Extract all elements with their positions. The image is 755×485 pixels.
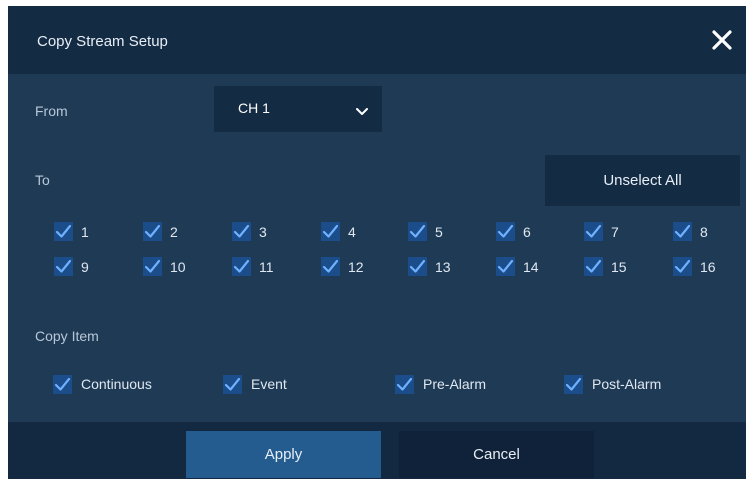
copy-item-label: Continuous bbox=[81, 376, 152, 392]
channel-checkbox-12[interactable] bbox=[321, 257, 340, 276]
channel-label: 3 bbox=[259, 224, 267, 240]
unselect-all-button[interactable]: Unselect All bbox=[545, 155, 740, 206]
copy-item-label: Copy Item bbox=[35, 328, 99, 344]
channel-checkbox-16[interactable] bbox=[673, 257, 692, 276]
channel-checkbox-13[interactable] bbox=[408, 257, 427, 276]
channel-label: 9 bbox=[81, 259, 89, 275]
channel-checkbox-6[interactable] bbox=[496, 222, 515, 241]
channel-checkbox-1[interactable] bbox=[54, 222, 73, 241]
channel-checkbox-11[interactable] bbox=[232, 257, 251, 276]
channel-label: 14 bbox=[523, 259, 539, 275]
channel-checkbox-14[interactable] bbox=[496, 257, 515, 276]
channel-checkbox-2[interactable] bbox=[143, 222, 162, 241]
channel-label: 10 bbox=[170, 259, 186, 275]
channel-checkbox-9[interactable] bbox=[54, 257, 73, 276]
copy-item-checkbox-event[interactable] bbox=[223, 375, 242, 394]
copy-item-label: Pre-Alarm bbox=[423, 376, 487, 392]
channel-label: 15 bbox=[611, 259, 627, 275]
channel-label: 11 bbox=[259, 259, 274, 275]
copy-item-checkbox-continuous[interactable] bbox=[53, 375, 72, 394]
close-icon[interactable] bbox=[710, 28, 734, 52]
cancel-button[interactable]: Cancel bbox=[399, 431, 594, 478]
to-label: To bbox=[35, 172, 50, 188]
from-label: From bbox=[35, 103, 68, 119]
from-channel-select[interactable]: CH 1 bbox=[214, 86, 382, 132]
channel-label: 7 bbox=[611, 224, 619, 240]
channel-checkbox-15[interactable] bbox=[584, 257, 603, 276]
dialog-title: Copy Stream Setup bbox=[37, 33, 168, 50]
channel-label: 6 bbox=[523, 224, 531, 240]
channel-checkbox-4[interactable] bbox=[321, 222, 340, 241]
apply-button[interactable]: Apply bbox=[186, 431, 381, 478]
copy-item-label: Post-Alarm bbox=[592, 376, 662, 392]
channel-label: 12 bbox=[348, 259, 364, 275]
copy-item-label: Event bbox=[251, 376, 287, 392]
channel-checkbox-10[interactable] bbox=[143, 257, 162, 276]
channel-label: 8 bbox=[700, 224, 708, 240]
copy-item-checkbox-post-alarm[interactable] bbox=[564, 375, 583, 394]
channel-label: 2 bbox=[170, 224, 178, 240]
channel-checkbox-7[interactable] bbox=[584, 222, 603, 241]
channel-checkbox-3[interactable] bbox=[232, 222, 251, 241]
channel-checkbox-5[interactable] bbox=[408, 222, 427, 241]
channel-label: 16 bbox=[700, 259, 716, 275]
channel-label: 5 bbox=[435, 224, 443, 240]
dialog-titlebar: Copy Stream Setup bbox=[8, 6, 746, 74]
channel-label: 4 bbox=[348, 224, 356, 240]
from-channel-value: CH 1 bbox=[238, 100, 270, 116]
channel-checkbox-8[interactable] bbox=[673, 222, 692, 241]
copy-stream-setup-dialog: Copy Stream Setup From CH 1 To Unselect … bbox=[8, 6, 746, 479]
copy-item-checkbox-pre-alarm[interactable] bbox=[395, 375, 414, 394]
chevron-down-icon bbox=[356, 103, 368, 121]
channel-label: 13 bbox=[435, 259, 451, 275]
channel-label: 1 bbox=[81, 224, 89, 240]
